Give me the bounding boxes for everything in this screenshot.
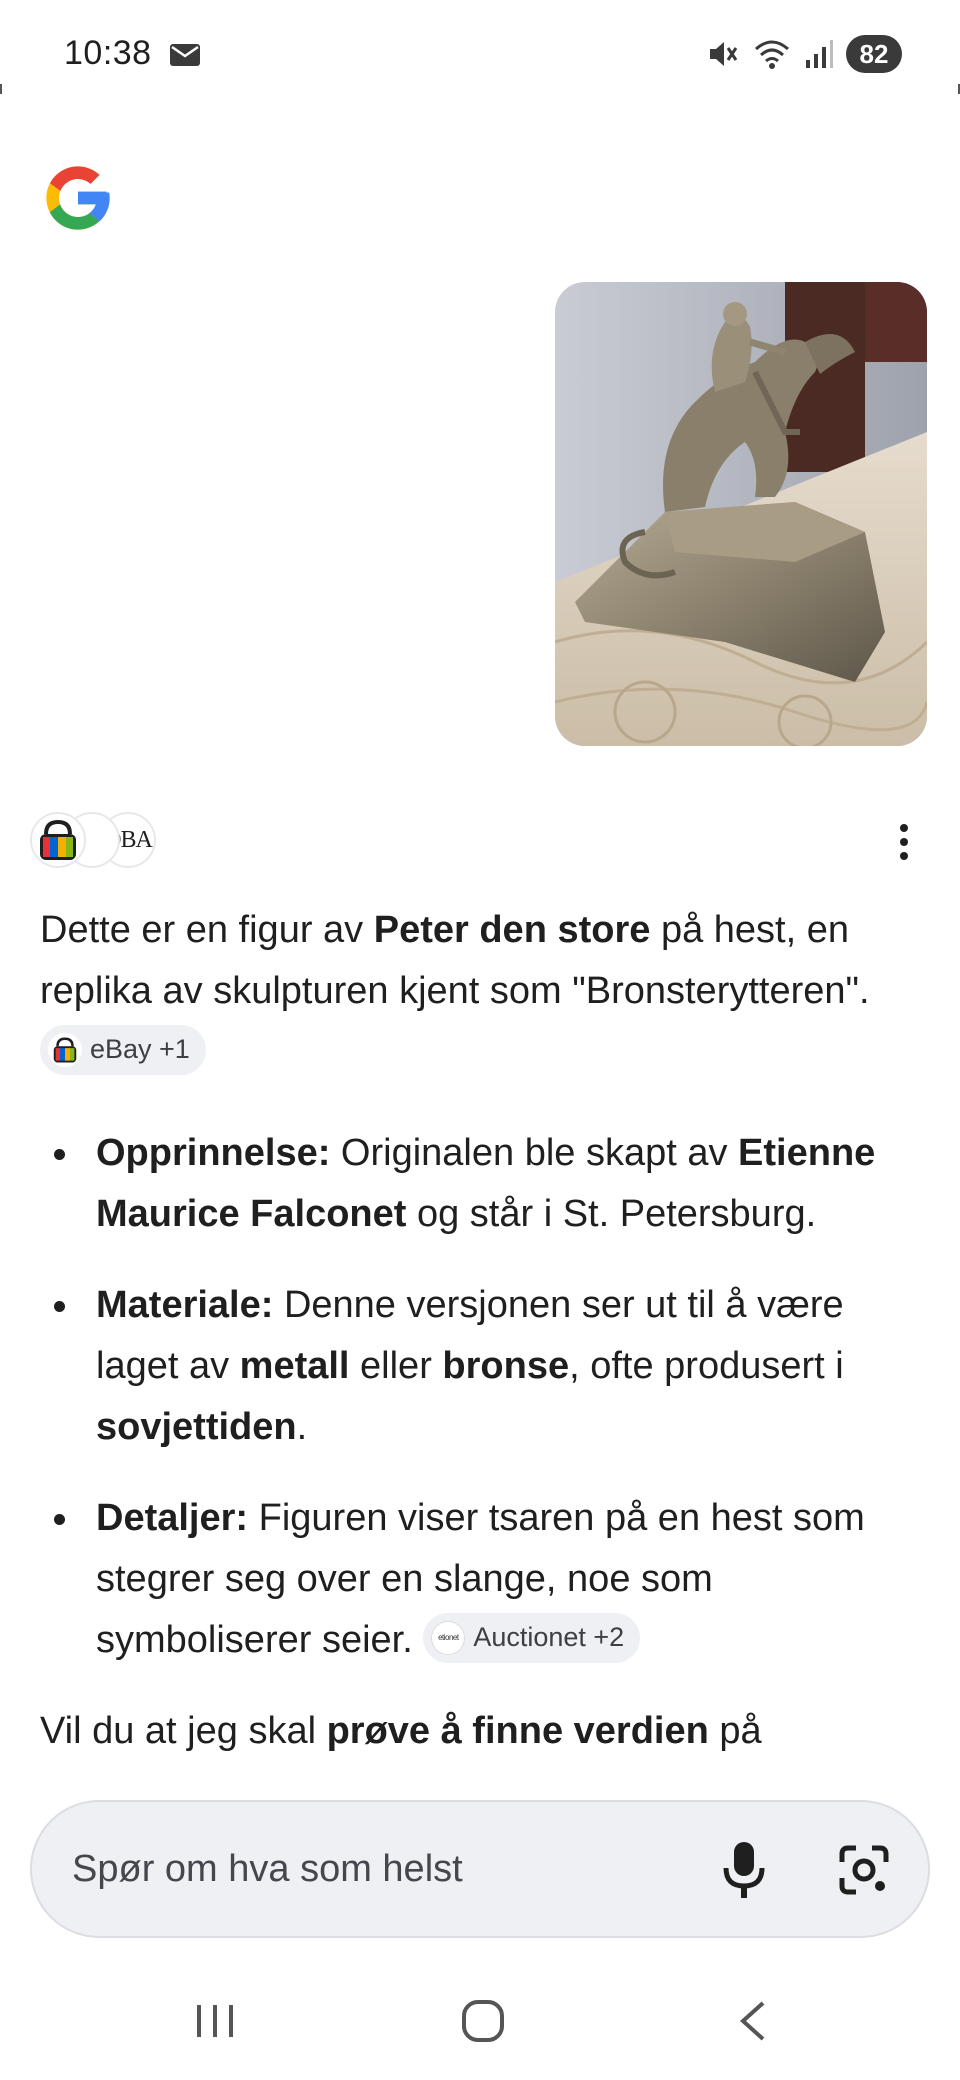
bullet-details: Detaljer: Figuren viser tsaren på en hes…: [40, 1488, 930, 1671]
recent-apps-icon: [197, 2005, 233, 2037]
ebay-logo: [40, 819, 76, 860]
back-button[interactable]: [718, 1986, 788, 2056]
mail-icon: [170, 44, 200, 66]
microphone-icon[interactable]: [720, 1840, 768, 1900]
answer-intro: Dette er en figur av Peter den store på …: [40, 900, 930, 1083]
edge-mark-left: [0, 84, 2, 94]
google-lens-icon[interactable]: [836, 1842, 892, 1898]
signal-icon: [806, 40, 833, 68]
back-icon: [740, 2001, 765, 2041]
home-button[interactable]: [448, 1986, 518, 2056]
google-g-logo: [46, 166, 110, 230]
sources-row[interactable]: DBA: [30, 812, 170, 868]
ask-input-placeholder[interactable]: Spør om hva som helst: [72, 1848, 463, 1891]
ebay-chip-icon: [48, 1032, 82, 1067]
chip-label: eBay +1: [90, 1034, 190, 1065]
bullet-origin: Opprinnelse: Originalen ble skapt av Eti…: [40, 1123, 930, 1245]
answer-text: Dette er en figur av Peter den store på …: [40, 900, 930, 1762]
status-bar: 10:38 82: [0, 0, 960, 96]
statue-image: [555, 282, 927, 746]
wifi-icon: [755, 40, 789, 69]
bullet-material: Materiale: Denne versjonen ser ut til å …: [40, 1275, 930, 1458]
chip-label: Auctionet +2: [473, 1622, 625, 1653]
mute-icon: [710, 42, 738, 66]
ask-input-bar[interactable]: Spør om hva som helst: [30, 1800, 930, 1938]
ebay-source-avatar[interactable]: [30, 812, 86, 868]
home-icon: [462, 2000, 504, 2042]
source-chip-auctionet[interactable]: etionet Auctionet +2: [423, 1612, 641, 1663]
more-options-icon[interactable]: [882, 818, 926, 866]
system-nav-bar: [0, 1960, 960, 2080]
answer-bullets: Opprinnelse: Originalen ble skapt av Eti…: [40, 1123, 930, 1671]
auctionet-chip-icon: etionet: [431, 1620, 466, 1655]
battery-indicator: 82: [846, 35, 902, 73]
answer-followup: Vil du at jeg skal prøve å finne verdien…: [40, 1710, 762, 1752]
recent-apps-button[interactable]: [180, 1986, 250, 2056]
status-time: 10:38: [64, 34, 152, 72]
status-icons: 82: [706, 34, 902, 74]
user-uploaded-photo[interactable]: [555, 282, 927, 746]
source-chip-ebay[interactable]: eBay +1: [40, 1024, 206, 1075]
